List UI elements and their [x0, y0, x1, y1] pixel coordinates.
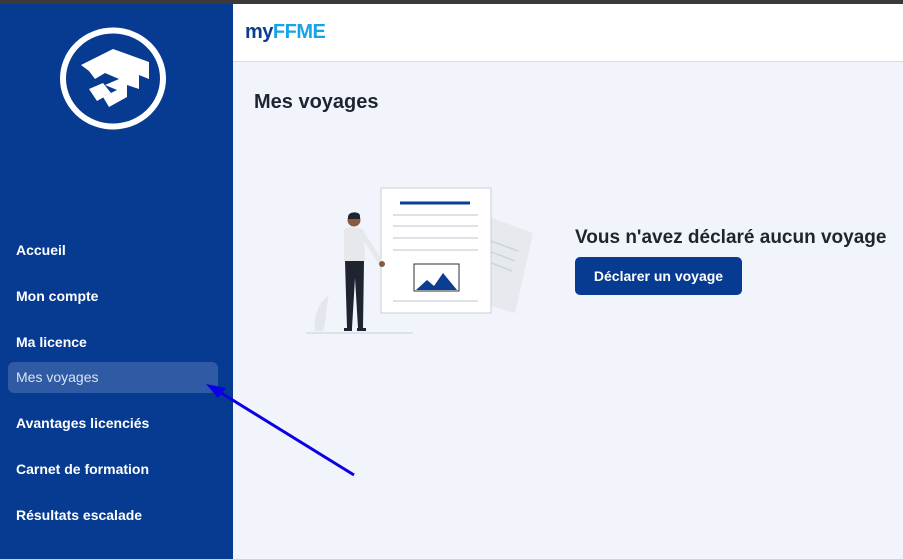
sidebar-item-resultats-escalade[interactable]: Résultats escalade — [16, 507, 142, 523]
sidebar-item-mon-compte[interactable]: Mon compte — [16, 288, 98, 304]
brand-suffix: FFME — [272, 21, 326, 43]
sidebar-item-carnet-de-formation[interactable]: Carnet de formation — [16, 461, 149, 477]
empty-state-message: Vous n'avez déclaré aucun voyage — [575, 227, 887, 248]
sidebar-item-ma-licence[interactable]: Ma licence — [16, 334, 87, 350]
sidebar-item-mes-voyages[interactable]: Mes voyages — [8, 362, 218, 393]
brand-prefix: my — [245, 21, 273, 43]
sidebar-item-avantages-licencies[interactable]: Avantages licenciés — [16, 415, 149, 431]
page-title: Mes voyages — [254, 91, 379, 113]
declare-trip-button[interactable]: Déclarer un voyage — [575, 257, 742, 295]
ffme-logo-icon[interactable] — [59, 27, 167, 130]
brand-logo[interactable]: myFFME — [245, 21, 326, 44]
document-illustration — [306, 187, 533, 334]
top-header: myFFME — [233, 4, 903, 62]
main-content: Mes voyages Vous n'avez déclaré aucun vo… — [233, 63, 903, 559]
sidebar-item-accueil[interactable]: Accueil — [16, 242, 66, 258]
